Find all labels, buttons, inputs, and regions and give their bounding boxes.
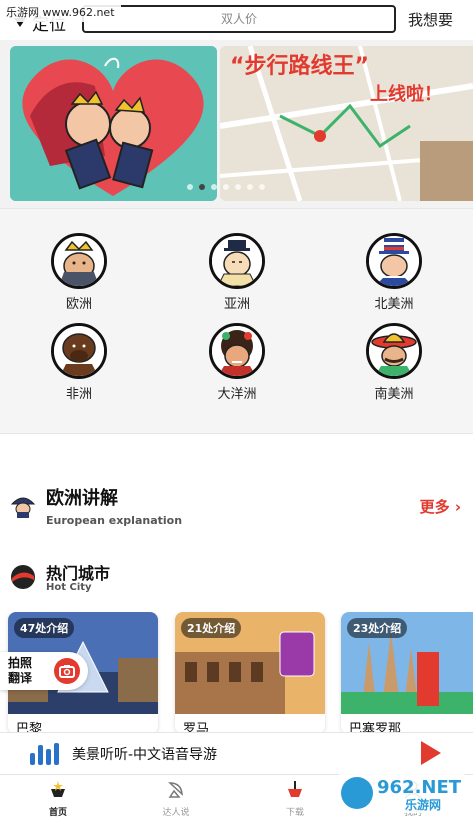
svg-text:962.NET: 962.NET: [377, 777, 462, 798]
want-button[interactable]: 我想要: [408, 9, 453, 30]
south-america-avatar-icon: [366, 323, 422, 379]
carousel-dot[interactable]: [259, 184, 265, 190]
more-link[interactable]: 更多 ›: [420, 496, 461, 517]
section-title: 热门城市: [46, 564, 111, 583]
carousel-dot-active[interactable]: [199, 184, 205, 190]
section-subtitle: European explanation: [46, 514, 183, 527]
photo-translate-label: 拍照 翻译: [8, 656, 32, 686]
camera-icon: [54, 658, 80, 684]
continent-label: 欧洲: [65, 297, 92, 312]
intro-count-badge: 21处介绍: [181, 618, 242, 638]
more-label: 更多: [419, 498, 450, 516]
continent-north-america[interactable]: 北美洲: [349, 233, 439, 312]
section-title: 欧洲讲解: [46, 488, 118, 509]
banner-slide2-title: “步行路线王”: [230, 54, 369, 79]
africa-avatar-icon: [51, 323, 107, 379]
europe-avatar-icon: [51, 233, 107, 289]
photo-translate-button[interactable]: 拍照 翻译: [0, 652, 88, 690]
city-card-barcelona[interactable]: 23处介绍 巴塞罗那: [341, 612, 473, 734]
banner-slide-2[interactable]: “步行路线王” 上线啦！: [220, 46, 473, 201]
watermark-962-logo: 962.NET 乐游网: [337, 773, 467, 813]
tab-label: 首页: [48, 808, 67, 817]
tab-download[interactable]: 下载: [255, 779, 335, 817]
satellite-dish-icon: [168, 782, 183, 798]
banner-carousel[interactable]: “步行路线王” 上线啦！: [0, 40, 473, 208]
carousel-dot[interactable]: [223, 184, 229, 190]
napoleon-hat-icon: [10, 497, 36, 518]
tab-expert[interactable]: 达人说: [136, 779, 216, 817]
continent-label: 非洲: [65, 387, 92, 402]
continent-asia[interactable]: 亚洲: [192, 233, 282, 312]
watermark-logo: 962.NET 乐游网: [337, 769, 467, 815]
continent-africa[interactable]: 非洲: [34, 323, 124, 402]
intro-count-badge: 47处介绍: [14, 618, 75, 638]
asia-avatar-icon: [209, 233, 265, 289]
oceania-avatar-icon: [209, 323, 265, 379]
europe-explanation-section: 欧洲讲解 European explanation 更多 ›: [0, 474, 473, 534]
tab-label: 达人说: [162, 808, 190, 817]
carousel-dot[interactable]: [247, 184, 253, 190]
continent-oceania[interactable]: 大洋洲: [192, 323, 282, 402]
section-subtitle: Hot City: [46, 582, 92, 593]
svg-text:乐游网: 乐游网: [405, 797, 441, 812]
play-icon[interactable]: [421, 741, 441, 765]
carousel-dot[interactable]: [211, 184, 217, 190]
watermark-top: 乐游网 www.962.net: [0, 0, 121, 22]
carousel-dot[interactable]: [235, 184, 241, 190]
continent-label: 北美洲: [374, 297, 414, 312]
banner-slide-1[interactable]: [10, 46, 217, 201]
continent-label: 大洋洲: [217, 387, 257, 402]
download-icon: [288, 781, 302, 797]
audio-wave-icon: [30, 743, 59, 765]
tab-label: 下载: [285, 808, 304, 817]
continent-grid: 欧洲 亚洲 北美洲 非洲 大洋洲 南美洲: [0, 208, 473, 434]
banner-heart-illustration: [10, 46, 217, 201]
continent-label: 南美洲: [374, 387, 414, 402]
hot-city-section: 热门城市 Hot City: [0, 552, 473, 602]
beret-hat-icon: [11, 565, 35, 589]
translate-line1: 拍照: [8, 656, 33, 670]
carousel-dots: [187, 184, 265, 190]
continent-label: 亚洲: [223, 297, 250, 312]
carousel-dot[interactable]: [187, 184, 193, 190]
intro-count-badge: 23处介绍: [347, 618, 408, 638]
banner-slide2-sub: 上线啦！: [370, 84, 442, 105]
home-icon: [51, 781, 65, 797]
search-input[interactable]: 双人价: [82, 5, 396, 33]
north-america-avatar-icon: [366, 233, 422, 289]
continent-europe[interactable]: 欧洲: [34, 233, 124, 312]
translate-line2: 翻译: [8, 671, 33, 685]
chevron-right-icon: ›: [454, 498, 461, 516]
audio-title: 美景听听-中文语音导游: [72, 747, 218, 763]
continent-south-america[interactable]: 南美洲: [349, 323, 439, 402]
city-card-rome[interactable]: 21处介绍 罗马: [175, 612, 325, 734]
tab-home[interactable]: 首页: [18, 779, 98, 817]
audio-player-bar[interactable]: 美景听听-中文语音导游: [0, 732, 473, 774]
